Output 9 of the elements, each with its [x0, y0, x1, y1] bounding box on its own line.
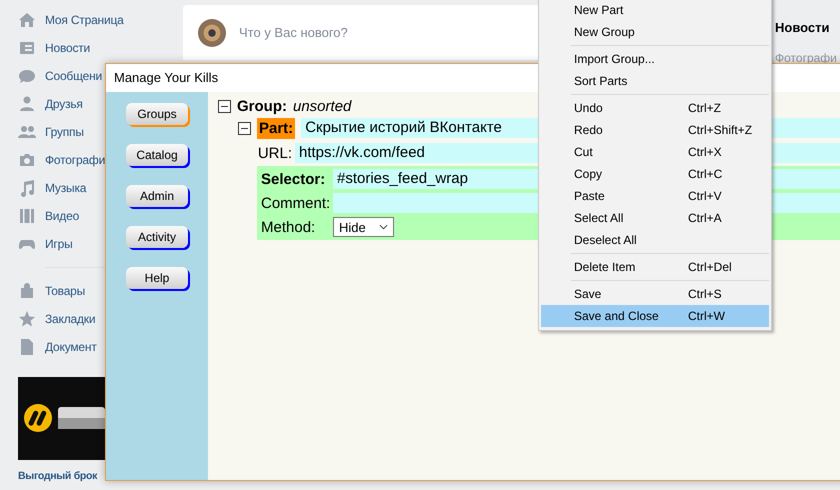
window-title: Manage Your Kills	[114, 70, 218, 85]
group-label: Group:	[237, 98, 287, 114]
group-name: unsorted	[293, 98, 352, 114]
part-label: Part:	[257, 118, 296, 138]
url-label: URL:	[257, 144, 292, 162]
news-heading: Новости	[775, 20, 831, 35]
method-label: Method:	[260, 218, 316, 236]
selector-label: Selector:	[260, 170, 326, 188]
comment-label: Comment:	[260, 194, 329, 212]
